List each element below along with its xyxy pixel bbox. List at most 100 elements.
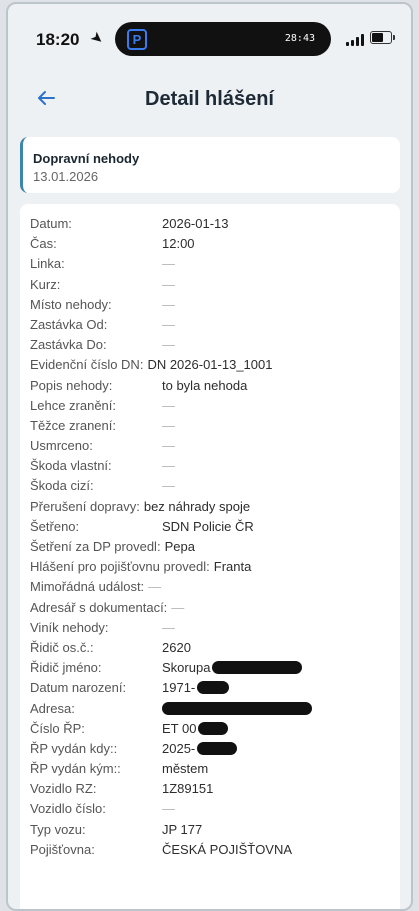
status-bar: 18:20 ➤ P 28:43 (8, 4, 411, 74)
detail-label: ŘP vydán kým:: (30, 761, 121, 777)
report-details-card: Datum: 2026-01-13 Čas: 12:00 Linka: — Kurz: — Mí… (20, 204, 400, 909)
detail-row: Pojišťovna: ČESKÁ POJIŠŤOVNA (30, 842, 392, 862)
detail-row: Škoda vlastní: — (30, 458, 392, 478)
detail-value: — (162, 316, 175, 332)
battery-icon (370, 31, 395, 44)
detail-value: — (162, 296, 175, 312)
detail-value: 2025- (162, 741, 238, 756)
detail-label: Usmrceno: (30, 438, 93, 454)
detail-row: Šetření za DP provedl: Pepa (30, 539, 392, 559)
detail-label: Řidič jméno: (30, 660, 102, 676)
detail-row: ŘP vydán kdy:: 2025- (30, 741, 392, 761)
detail-row: Usmrceno: — (30, 438, 392, 458)
detail-value: — (162, 801, 175, 817)
report-category-card: Dopravní nehody 13.01.2026 (20, 137, 400, 193)
redaction-mark (198, 721, 229, 735)
detail-label: Lehce zranění: (30, 397, 117, 413)
dynamic-island[interactable]: P 28:43 (115, 22, 331, 56)
detail-label: Evidenční číslo DN: (30, 357, 144, 373)
detail-row: Linka: — (30, 256, 392, 276)
detail-label: Kurz: (30, 276, 61, 292)
detail-row: Přerušení dopravy: bez náhrady spoje (30, 499, 392, 519)
report-date: 13.01.2026 (33, 169, 99, 184)
detail-row: Lehce zranění: — (30, 398, 392, 418)
detail-label: Hlášení pro pojišťovnu provedl: (30, 559, 210, 575)
phone-screen: 18:20 ➤ P 28:43 Detail hlášení Dopravní … (6, 2, 413, 911)
detail-value: bez náhrady spoje (143, 498, 251, 514)
detail-value: městem (162, 761, 209, 777)
detail-value: — (171, 599, 185, 615)
detail-value (162, 701, 312, 716)
detail-row: Datum narození: 1971- (30, 680, 392, 700)
status-time: 18:20 (36, 30, 80, 49)
detail-label: Škoda vlastní: (30, 458, 112, 474)
detail-value: — (162, 438, 175, 454)
redaction-mark (162, 701, 312, 715)
redaction-mark (212, 661, 303, 675)
detail-label: Datum narození: (30, 680, 127, 696)
detail-row: Číslo ŘP: ET 00 (30, 721, 392, 741)
detail-label: Adresář s dokumentací: (30, 599, 168, 615)
detail-row: Kurz: — (30, 277, 392, 297)
detail-label: Vozidlo RZ: (30, 781, 97, 797)
detail-label: Adresa: (30, 700, 75, 716)
detail-value: — (162, 619, 175, 635)
detail-value: 12:00 (162, 236, 195, 252)
detail-row: Zastávka Od: — (30, 317, 392, 337)
detail-row: Škoda cizí: — (30, 478, 392, 498)
detail-value: SDN Policie ČR (162, 518, 254, 534)
detail-label: Popis nehody: (30, 377, 113, 393)
page-title: Detail hlášení (145, 88, 274, 110)
report-category-title: Dopravní nehody (33, 151, 140, 166)
details-list: Datum: 2026-01-13 Čas: 12:00 Linka: — Kurz: — Mí… (30, 216, 392, 862)
detail-value: ET 00 (162, 721, 229, 736)
detail-label: Zastávka Do: (30, 337, 107, 353)
detail-row: Čas: 12:00 (30, 236, 392, 256)
detail-label: Vozidlo číslo: (30, 801, 106, 817)
detail-label: Řidič os.č.: (30, 639, 94, 655)
detail-label: Pojišťovna: (30, 841, 95, 857)
detail-label: Škoda cizí: (30, 478, 94, 494)
detail-label: Číslo ŘP: (30, 720, 85, 736)
detail-value: — (162, 417, 175, 433)
detail-row: Řidič os.č.: 2620 (30, 640, 392, 660)
detail-value: DN 2026-01-13_1001 (147, 357, 273, 373)
detail-value: 1971- (162, 680, 230, 695)
detail-label: Typ vozu: (30, 821, 86, 837)
detail-value: Pepa (164, 539, 195, 554)
detail-row: Vozidlo RZ: 1Z89151 (30, 781, 392, 801)
detail-label: Čas: (30, 236, 57, 252)
island-timer: 28:43 (284, 33, 315, 44)
detail-label: Zastávka Od: (30, 316, 108, 332)
detail-value: Skorupa (162, 660, 303, 675)
detail-value: — (162, 256, 175, 272)
detail-value: JP 177 (162, 821, 203, 837)
detail-row: Adresář s dokumentací: — (30, 600, 392, 620)
redaction-mark (197, 681, 230, 695)
location-arrow-icon: ➤ (86, 27, 108, 49)
detail-row: Adresa: (30, 701, 392, 721)
redaction-mark (197, 741, 238, 755)
detail-value: 2026-01-13 (162, 216, 229, 231)
detail-value: 1Z89151 (162, 781, 214, 797)
page-header: Detail hlášení (8, 74, 411, 126)
detail-label: Viník nehody: (30, 619, 109, 635)
detail-row: Místo nehody: — (30, 297, 392, 317)
detail-label: Těžce zranení: (30, 417, 116, 433)
detail-row: Vozidlo číslo: — (30, 801, 392, 821)
detail-label: Šetření za DP provedl: (30, 539, 161, 554)
detail-label: Mimořádná událost: (30, 579, 145, 595)
detail-row: Viník nehody: — (30, 620, 392, 640)
detail-value: — (162, 458, 175, 474)
detail-row: Popis nehody: to byla nehoda (30, 378, 392, 398)
detail-value: — (162, 478, 175, 494)
detail-value: — (162, 397, 175, 413)
detail-value: Franta (213, 559, 252, 575)
detail-row: Těžce zranení: — (30, 418, 392, 438)
detail-label: Místo nehody: (30, 296, 112, 312)
detail-label: ŘP vydán kdy:: (30, 740, 118, 756)
detail-row: Datum: 2026-01-13 (30, 216, 392, 236)
detail-row: Evidenční číslo DN: DN 2026-01-13_1001 (30, 357, 392, 377)
detail-value: 2620 (162, 639, 191, 655)
detail-row: Zastávka Do: — (30, 337, 392, 357)
